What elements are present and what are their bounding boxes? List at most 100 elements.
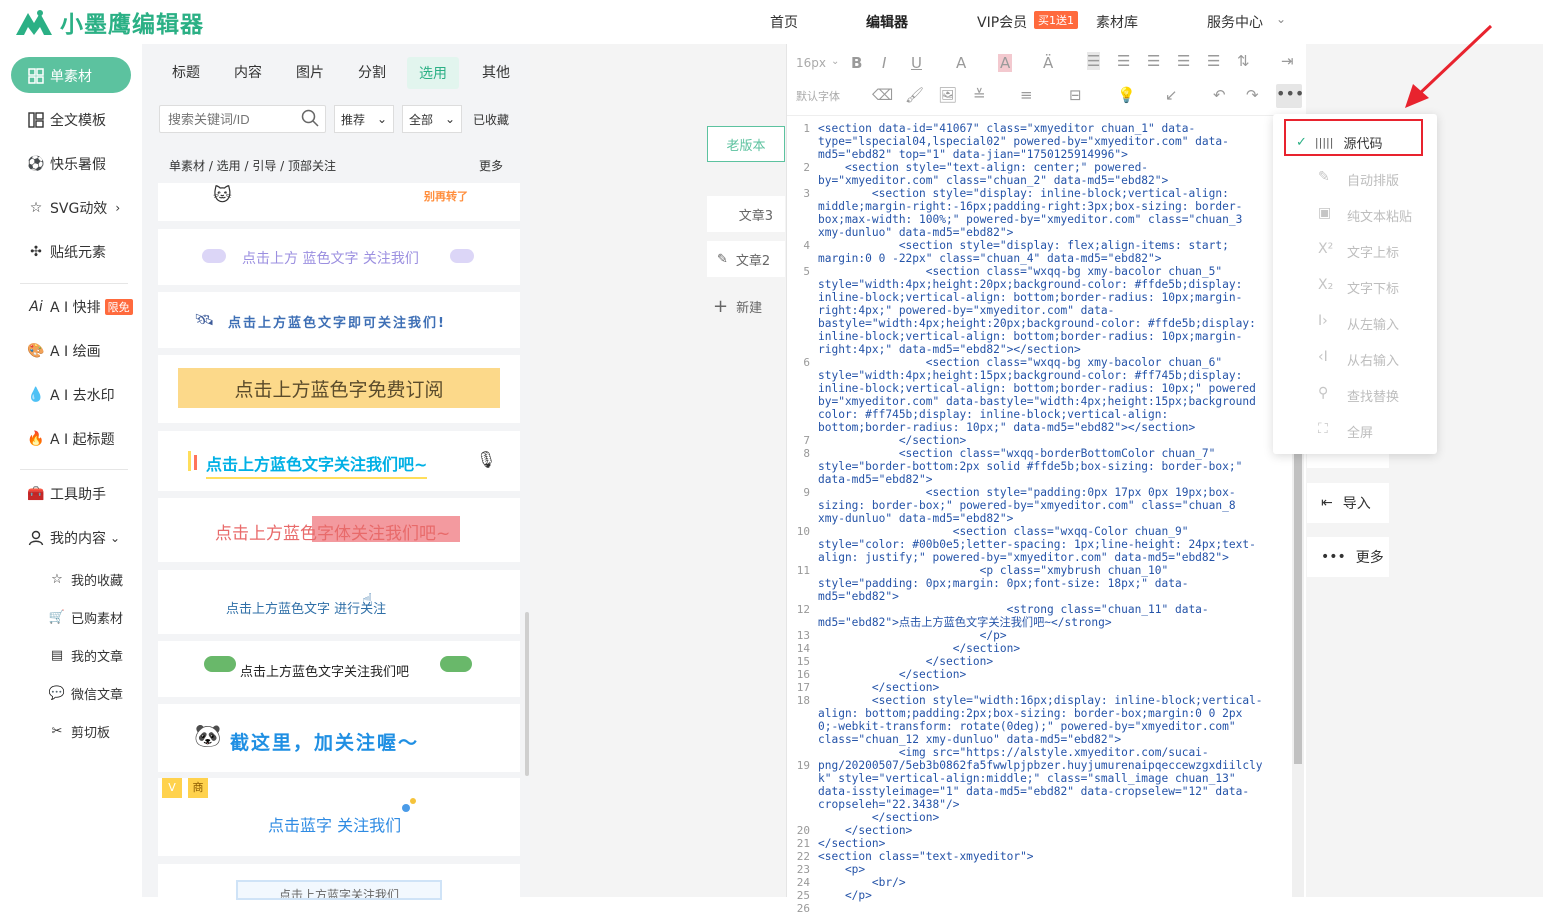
nav-materials[interactable]: 素材库 [1096,12,1138,32]
material-card[interactable]: 🐼 截这里，加关注喔～ [158,704,520,772]
code-line[interactable]: right:4px;" powered-by="xmyeditor.com" d… [818,304,1280,317]
code-line[interactable]: cropseleh="22.3438"/> [818,798,1280,811]
bold-icon[interactable]: B [851,54,862,72]
code-line[interactable]: inline-block;vertical-align: bottom;bord… [818,382,1280,395]
code-line[interactable]: <section style="text-align: center;" pow… [818,161,1280,174]
code-line[interactable]: bastyle="width:4px;height:20px;backgroun… [818,317,1280,330]
redo-icon[interactable]: ↷ [1246,86,1259,104]
menu-item-subscript[interactable]: 文字下标 [1347,278,1399,297]
bulb-icon[interactable]: 💡 [1117,86,1136,104]
material-card[interactable]: 点击上方蓝色字体关注我们吧~ [158,498,520,562]
nav-service[interactable]: 服务中心 [1207,12,1263,32]
code-line[interactable]: by="xmyeditor.com" data-bastyle="width:4… [818,395,1280,408]
tab-content[interactable]: 内容 [234,62,262,82]
code-line[interactable]: by="xmyeditor.com" class="chuan_2" data-… [818,174,1280,187]
nav-item-tools[interactable]: 🧰 工具助手 [27,484,106,504]
code-line[interactable]: class="chuan_12 xmy-dunluo" data-md5="eb… [818,733,1280,746]
search-icon[interactable] [301,109,319,131]
code-line[interactable]: <br/> [818,876,1280,889]
import-button[interactable]: ⇤ 导入 [1307,483,1389,523]
chevron-down-icon[interactable]: ⌄ [1276,12,1286,26]
code-line[interactable]: </section> [818,642,1280,655]
collected-filter[interactable]: 已收藏 [473,111,509,128]
code-line[interactable]: style="padding: 0px;margin: 0px;font-siz… [818,577,1280,590]
search-input[interactable] [160,106,290,132]
code-line[interactable]: color: #ff745b;display: inline-block;ver… [818,408,1280,421]
tab-other[interactable]: 其他 [482,62,510,82]
menu-item-superscript[interactable]: 文字上标 [1347,242,1399,261]
nav-item-full-template[interactable]: 全文模板 [27,110,106,130]
code-line[interactable]: <section style="display: inline-block;ve… [818,187,1280,200]
code-line[interactable]: middle;margin-right:-16px;padding-right:… [818,200,1280,213]
code-line[interactable]: md5="ebd82">点击上方蓝色文字关注我们吧~</strong> [818,616,1280,629]
material-card[interactable]: 点击上方蓝字关注我们 [158,864,520,900]
code-line[interactable]: <img src="https://alstyle.xmyeditor.com/… [818,746,1280,759]
nav-item-summer[interactable]: ⚽ 快乐暑假 [27,154,106,174]
tab-divider[interactable]: 分割 [358,62,386,82]
code-line[interactable]: <section class="wxqq-borderBottomColor c… [818,447,1280,460]
code-line[interactable]: align: justify;" powered-by="xmyeditor.c… [818,551,1280,564]
nav-item-favorites[interactable]: ☆ 我的收藏 [48,570,123,589]
code-line[interactable]: k" style="vertical-align:middle;" class=… [818,772,1280,785]
nav-item-single-material[interactable]: 单素材 [27,66,92,86]
code-line[interactable]: bottom;border-radius: 10px;" data-md5="e… [818,421,1280,434]
justify-icon[interactable]: ☰ [1177,52,1190,70]
font-family-select[interactable]: 默认字体 [796,88,840,104]
nav-item-ai-watermark[interactable]: 💧 A I 去水印 [27,385,114,405]
more-tools-button[interactable]: ••• [1276,84,1304,108]
material-card[interactable]: 点击上方 蓝色文字 关注我们 [158,229,520,285]
background-color-icon[interactable]: A [998,54,1013,72]
undo-icon[interactable]: ↶ [1213,86,1226,104]
nav-item-purchased[interactable]: 🛒 已购素材 [48,608,123,627]
code-line[interactable]: png/20200507/5eb3b0862fa5fwwlpjpbzer.huy… [818,759,1280,772]
menu-item-input-left[interactable]: 从左输入 [1347,314,1399,333]
code-line[interactable]: </p> [818,889,1280,902]
underline-icon[interactable]: U [911,54,922,72]
nav-item-my-content[interactable]: 我的内容 ⌄ [27,528,120,548]
code-line[interactable]: style="color: #00b0e5;letter-spacing: 1p… [818,538,1280,551]
code-line[interactable]: type="lspecial04,lspecial02" powered-by=… [818,135,1280,148]
image-icon[interactable]: 🖼 [938,86,957,104]
export-icon[interactable]: ⇥ [1281,52,1294,70]
menu-item-plain-paste[interactable]: 纯文本粘贴 [1347,206,1412,225]
code-line[interactable]: md5="ebd82" top="1" data-jian="175012591… [818,148,1280,161]
article-tab-3[interactable]: 文章3 [707,196,785,232]
paragraph-spacing-icon[interactable]: ≡ [1020,86,1033,104]
nav-item-my-articles[interactable]: ▤ 我的文章 [48,646,123,665]
code-line[interactable]: <section data-id="41067" class="xmyedito… [818,122,1280,135]
code-line[interactable]: <section class="wxqq-Color chuan_9" [818,525,1280,538]
code-line[interactable]: xmy-dunluo" data-md5="ebd82"> [818,226,1280,239]
indent-icon[interactable]: ☰ [1207,52,1220,70]
menu-item-find-replace[interactable]: 查找替换 [1347,386,1399,405]
tab-title[interactable]: 标题 [172,62,200,82]
panel-more-link[interactable]: 更多 [479,157,503,174]
sort-select[interactable]: 推荐 ⌄ [334,105,394,133]
code-line[interactable]: </section> [818,668,1280,681]
material-card[interactable]: 点击上方蓝色文字 进行关注 ☝ [158,570,520,634]
align-left-icon[interactable]: ☰ [1087,52,1101,70]
nav-item-ai-paint[interactable]: 🎨 A I 绘画 [27,341,100,361]
nav-vip[interactable]: VIP会员 [977,12,1027,32]
margin-icon[interactable]: ⊟ [1069,86,1082,104]
nav-item-clipboard[interactable]: ✂ 剪切板 [48,722,110,741]
code-line[interactable]: style="border-bottom:2px solid #ffde5b;b… [818,460,1280,473]
code-line[interactable]: </section> [818,434,1280,447]
code-line[interactable]: data-md5="ebd82"> [818,473,1280,486]
nav-item-svg[interactable]: ☆ SVG动效 › [27,198,120,218]
code-line[interactable]: inline-block;vertical-align: bottom;bord… [818,330,1280,343]
code-line[interactable]: sizing: border-box;" powered-by="xmyedit… [818,499,1280,512]
article-tab-2[interactable]: ✎ 文章2 [707,241,785,277]
code-line[interactable]: margin:0 0 -22px" class="chuan_4" data-m… [818,252,1280,265]
logo[interactable]: 小墨鹰编辑器 [14,5,204,39]
code-line[interactable]: <section class="wxqq-bg xmy-bacolor chua… [818,356,1280,369]
material-card[interactable]: 🐱 别再转了 [158,183,520,221]
font-size-select[interactable]: 16px [796,56,826,70]
nav-home[interactable]: 首页 [770,12,798,32]
nav-item-ai-title[interactable]: 🔥 A I 起标题 [27,429,114,449]
material-card[interactable]: V 商 点击蓝字 关注我们 [158,778,520,856]
menu-item-source-code[interactable]: ✓ ||||| 源代码 [1296,133,1382,152]
code-line[interactable]: <section style="padding:0px 17px 0px 19p… [818,486,1280,499]
material-card[interactable]: 点击上方蓝色字免费订阅 [158,355,520,423]
code-line[interactable]: </section> [818,837,1280,850]
tab-selected[interactable]: 选用 [407,57,459,89]
